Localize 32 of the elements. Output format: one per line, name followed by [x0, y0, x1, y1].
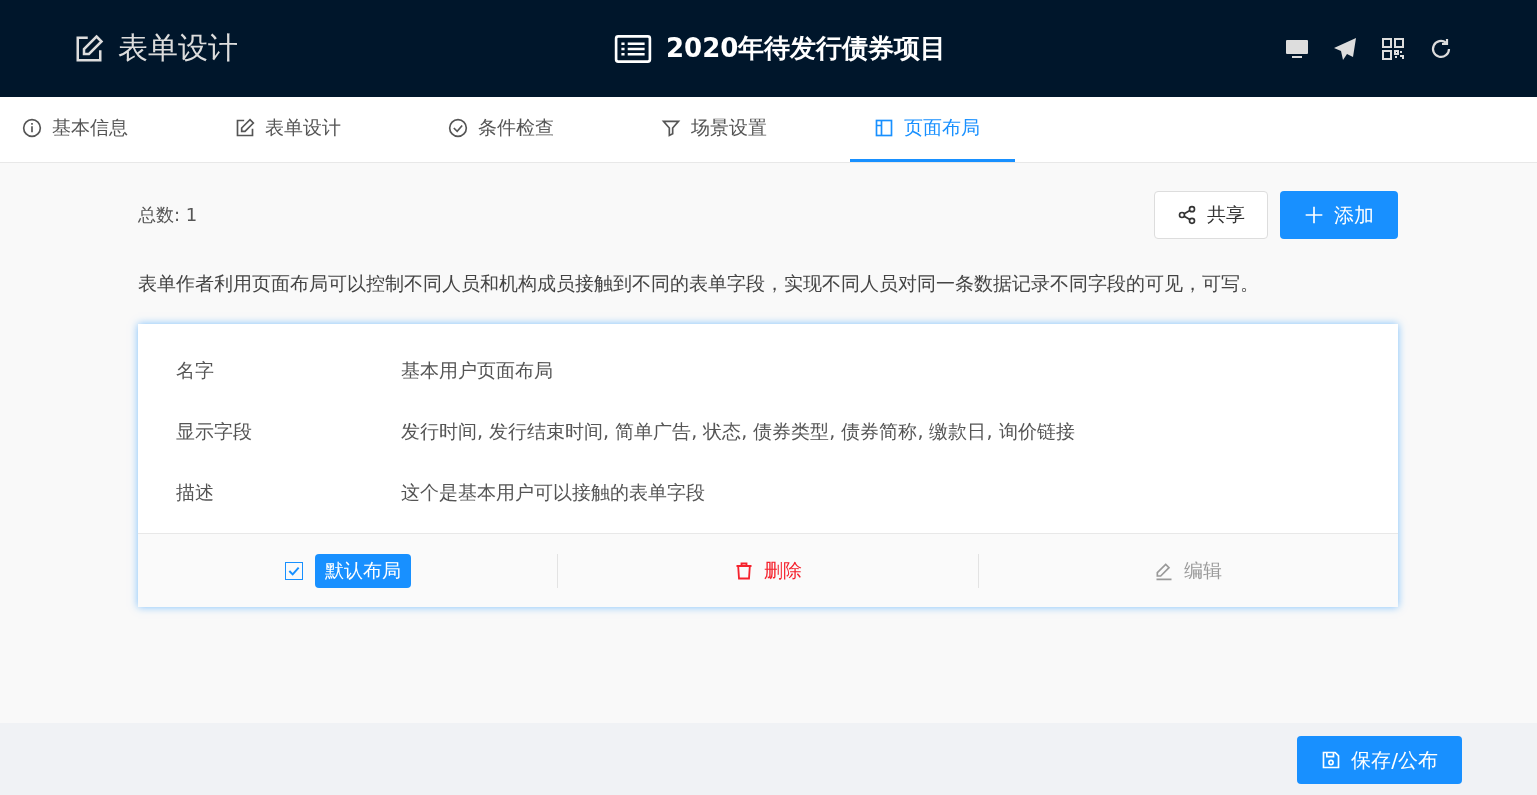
field-value: 基本用户页面布局: [401, 357, 553, 383]
check-circle-icon: [448, 118, 468, 138]
field-value: 这个是基本用户可以接触的表单字段: [401, 479, 705, 505]
field-label: 名字: [176, 357, 215, 383]
qr-code-icon[interactable]: [1381, 36, 1405, 61]
edit-icon: [235, 118, 255, 138]
total-count: 总数: 1: [138, 203, 198, 227]
checkbox[interactable]: [284, 561, 303, 580]
project-title: 2020年待发行债券项目: [666, 32, 947, 65]
send-icon[interactable]: [1333, 36, 1357, 61]
save-icon: [1321, 750, 1342, 770]
layout-icon: [874, 118, 894, 138]
refresh-icon[interactable]: [1429, 36, 1453, 61]
edit-icon: [74, 33, 104, 64]
page-title: 表单设计: [118, 29, 238, 67]
tab[interactable]: 表单设计: [235, 97, 448, 162]
pencil-icon: [1154, 560, 1175, 581]
tab[interactable]: 条件检查: [448, 97, 661, 162]
field-value: 发行时间, 发行结束时间, 简单广告, 状态, 债券类型, 债券简称, 缴款日, 询价链接: [401, 418, 1075, 444]
filter-icon: [661, 118, 681, 138]
field-label: 显示字段: [176, 418, 253, 444]
share-button[interactable]: 共享: [1154, 191, 1268, 239]
trash-icon: [734, 560, 754, 581]
list-icon: [614, 33, 652, 64]
plus-icon: [1304, 205, 1324, 225]
field-label: 描述: [176, 479, 215, 505]
description-text: 表单作者利用页面布局可以控制不同人员和机构成员接触到不同的表单字段，实现不同人员对同一条数据记录不同字段的可见，可写。: [138, 272, 1260, 296]
delete-button[interactable]: 删除: [728, 556, 808, 585]
info-icon: [22, 118, 42, 138]
tab[interactable]: 基本信息: [22, 97, 235, 162]
default-layout-tag: 默认布局: [314, 553, 411, 588]
share-icon: [1177, 205, 1197, 225]
